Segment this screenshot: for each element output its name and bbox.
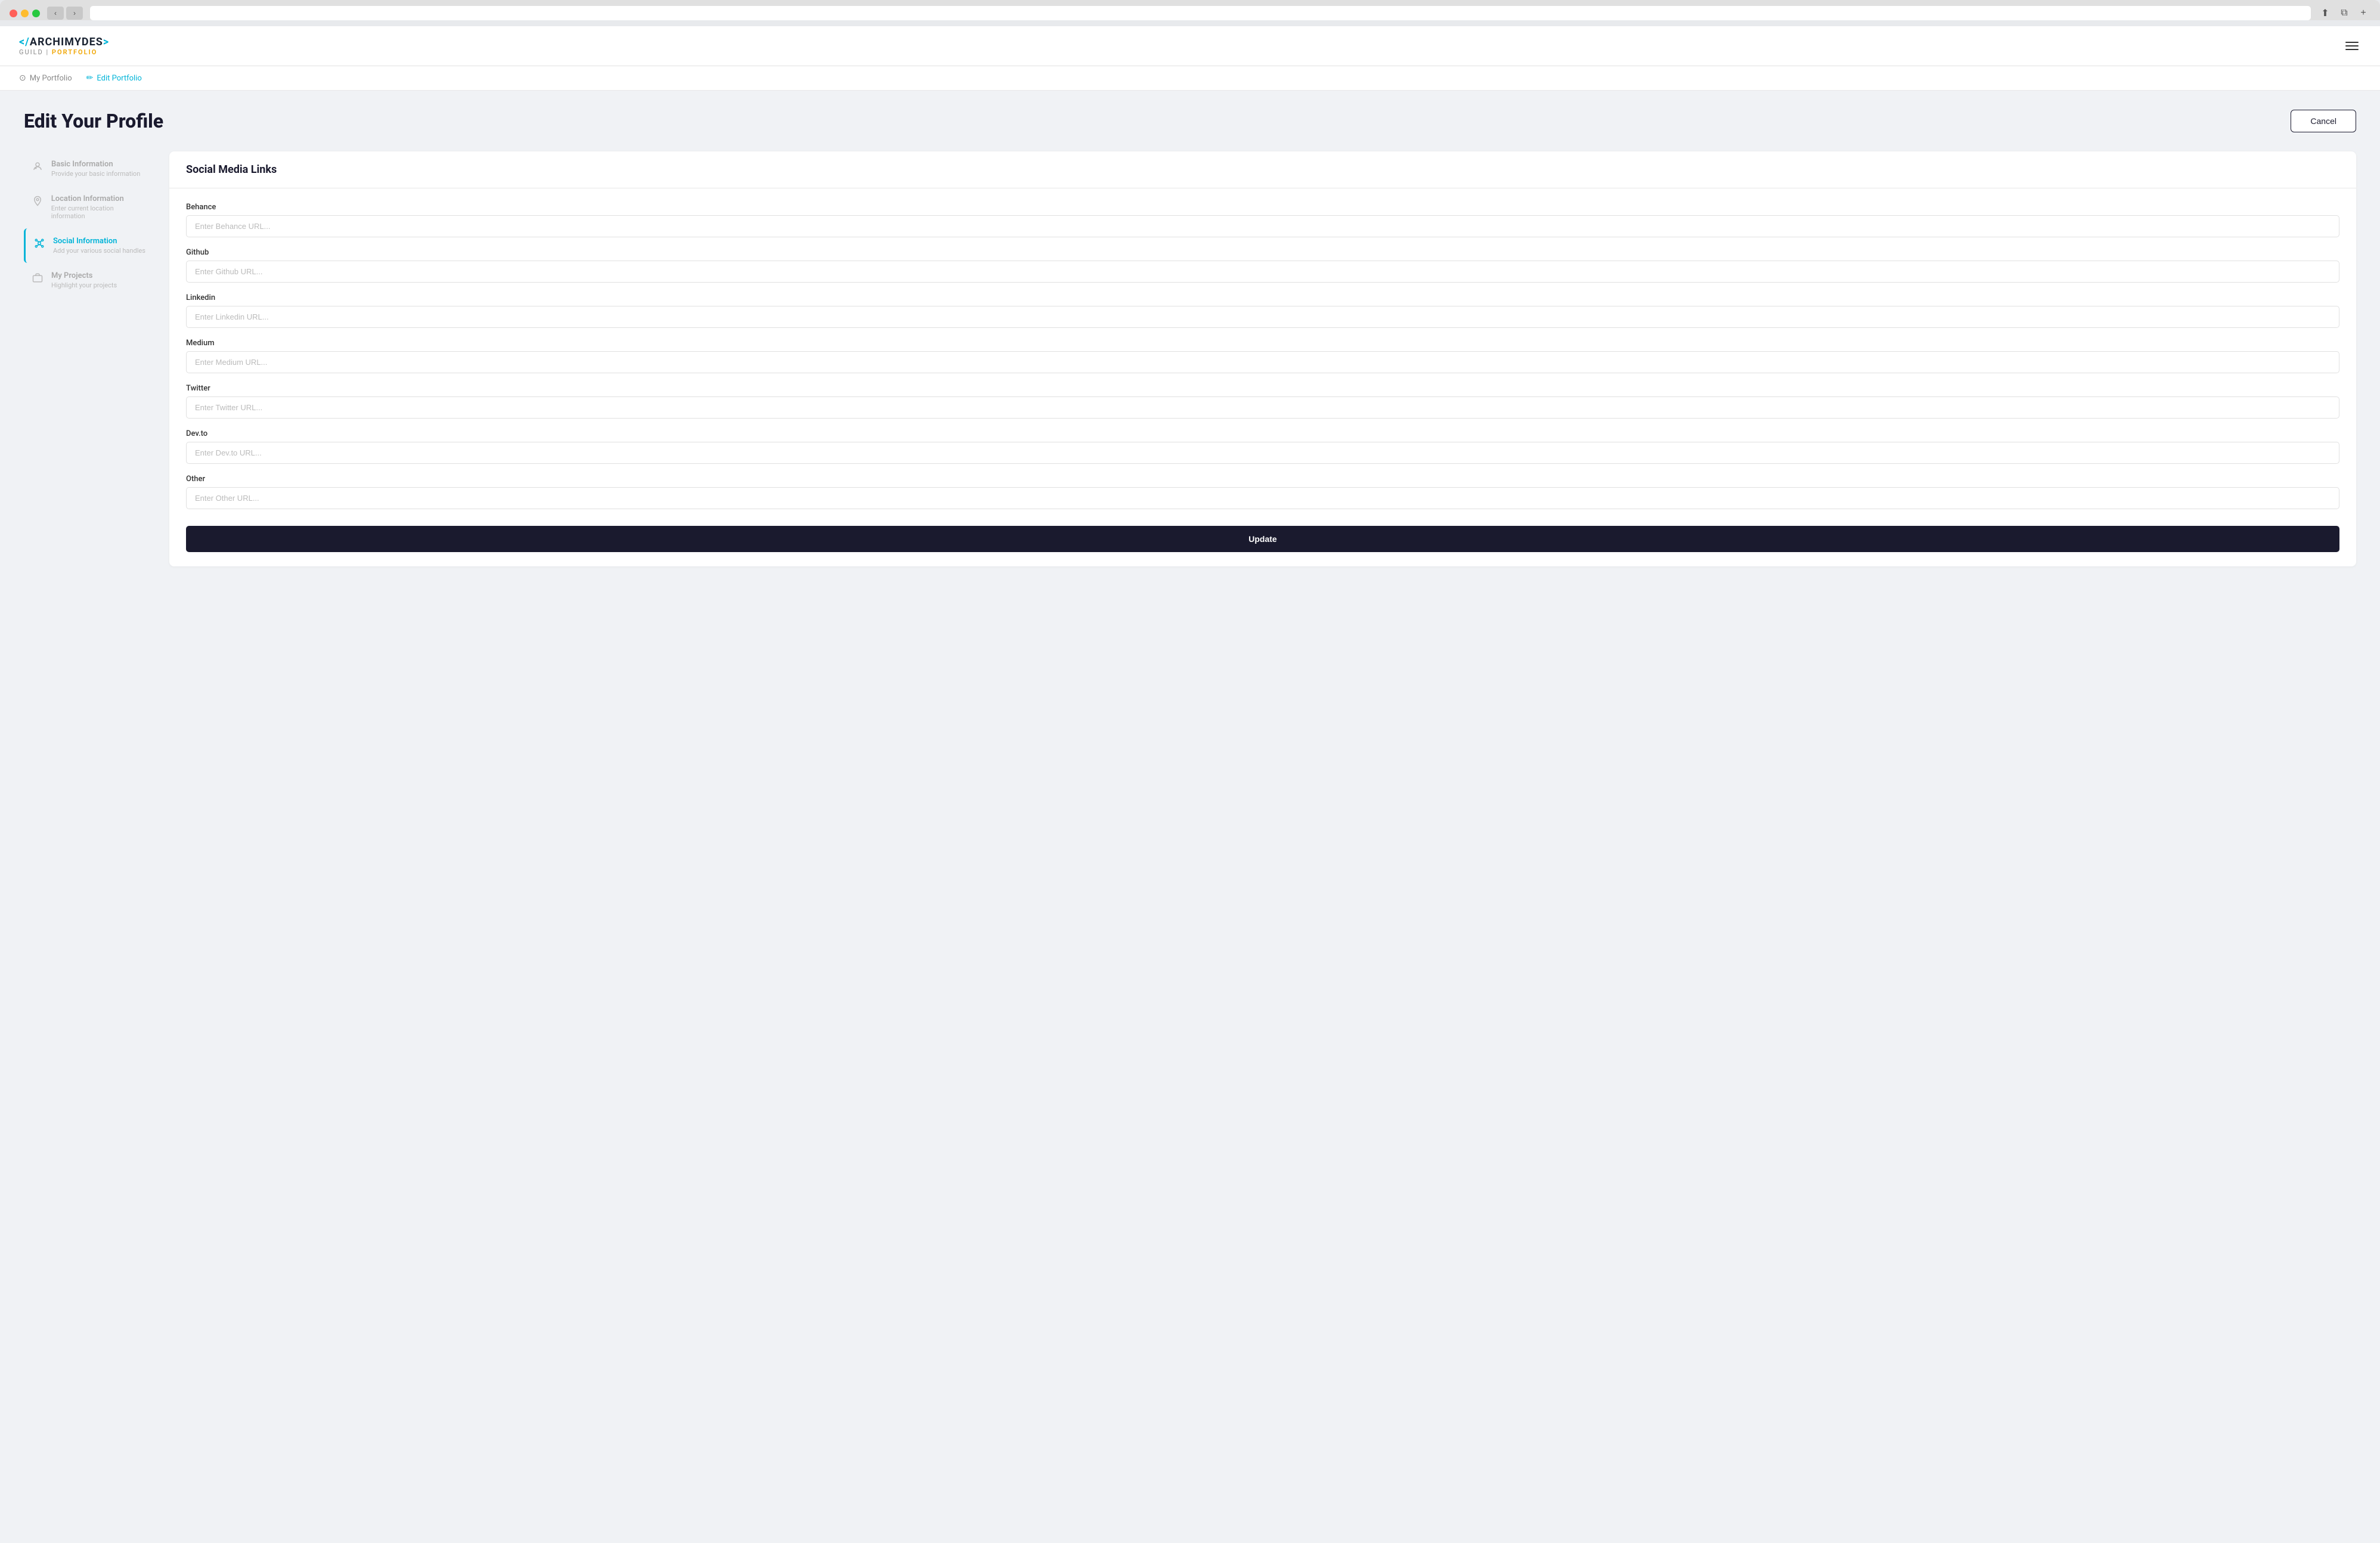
sidebar-projects-title: My Projects	[51, 271, 117, 280]
form-group-devto: Dev.to	[186, 429, 2339, 464]
sidebar-social-content: Social Information Add your various soci…	[53, 237, 145, 255]
hamburger-button[interactable]	[2343, 39, 2361, 52]
traffic-light-red[interactable]	[10, 10, 17, 17]
sidebar-social-subtitle: Add your various social handles	[53, 247, 145, 255]
sub-nav: ⊙ My Portfolio ✏ Edit Portfolio	[0, 66, 2380, 91]
sidebar-item-my-projects[interactable]: My Projects Highlight your projects	[24, 263, 155, 298]
back-button[interactable]: ‹	[47, 7, 64, 20]
social-icon	[33, 238, 46, 252]
input-twitter[interactable]	[186, 396, 2339, 419]
input-other[interactable]	[186, 487, 2339, 509]
form-group-github: Github	[186, 248, 2339, 283]
sidebar-basic-subtitle: Provide your basic information	[51, 170, 140, 178]
logo-name: ARCHIMYDES	[30, 36, 103, 48]
form-panel-title: Social Media Links	[186, 163, 2339, 176]
nav-buttons: ‹ ›	[47, 7, 83, 20]
sidebar: Basic Information Provide your basic inf…	[24, 151, 155, 298]
top-nav: </ARCHIMYDES> GUILD | PORTFOLIO	[0, 26, 2380, 66]
label-medium: Medium	[186, 339, 2339, 348]
page-title: Edit Your Profile	[24, 110, 163, 132]
form-panel: Social Media Links Behance Github	[169, 151, 2356, 566]
my-portfolio-label: My Portfolio	[30, 74, 72, 83]
logo-portfolio: PORTFOLIO	[52, 48, 97, 56]
forward-button[interactable]: ›	[66, 7, 83, 20]
sidebar-location-title: Location Information	[51, 194, 148, 203]
sidebar-social-title: Social Information	[53, 237, 145, 246]
form-group-behance: Behance	[186, 203, 2339, 237]
page-header: Edit Your Profile Cancel	[24, 110, 2356, 132]
form-group-medium: Medium	[186, 339, 2339, 373]
input-github[interactable]	[186, 261, 2339, 283]
traffic-light-yellow[interactable]	[21, 10, 29, 17]
hamburger-line-2	[2345, 45, 2359, 47]
logo-text: </ARCHIMYDES>	[19, 36, 109, 48]
traffic-lights	[10, 10, 40, 17]
person-icon	[31, 161, 44, 175]
duplicate-button[interactable]: ⧉	[2337, 6, 2351, 20]
form-group-twitter: Twitter	[186, 384, 2339, 419]
sidebar-item-location-information[interactable]: Location Information Enter current locat…	[24, 186, 155, 228]
sidebar-item-social-information[interactable]: Social Information Add your various soci…	[24, 228, 155, 263]
logo-bracket-open: </	[19, 36, 30, 48]
sidebar-item-basic-information[interactable]: Basic Information Provide your basic inf…	[24, 151, 155, 186]
update-button[interactable]: Update	[186, 526, 2339, 552]
pencil-icon: ✏	[86, 73, 94, 83]
sidebar-basic-content: Basic Information Provide your basic inf…	[51, 160, 140, 178]
share-button[interactable]: ⬆	[2318, 6, 2332, 20]
form-panel-body: Behance Github Linkedin	[169, 188, 2356, 566]
form-group-linkedin: Linkedin	[186, 293, 2339, 328]
label-github: Github	[186, 248, 2339, 257]
sub-nav-my-portfolio[interactable]: ⊙ My Portfolio	[19, 73, 72, 83]
logo-guild: GUILD	[19, 48, 44, 56]
form-panel-header: Social Media Links	[169, 151, 2356, 188]
sidebar-location-content: Location Information Enter current locat…	[51, 194, 148, 220]
logo-subtitle: GUILD | PORTFOLIO	[19, 48, 109, 56]
browser-chrome: ‹ › ⬆ ⧉ +	[0, 0, 2380, 20]
sidebar-location-subtitle: Enter current location information	[51, 205, 148, 220]
sidebar-projects-subtitle: Highlight your projects	[51, 281, 117, 289]
label-devto: Dev.to	[186, 429, 2339, 438]
person-circle-icon: ⊙	[19, 73, 26, 83]
sidebar-basic-title: Basic Information	[51, 160, 140, 169]
logo-area: </ARCHIMYDES> GUILD | PORTFOLIO	[19, 36, 109, 56]
traffic-light-green[interactable]	[32, 10, 40, 17]
input-behance[interactable]	[186, 215, 2339, 237]
browser-toolbar: ‹ › ⬆ ⧉ +	[10, 6, 2370, 20]
briefcase-icon	[31, 272, 44, 286]
form-group-other: Other	[186, 475, 2339, 509]
input-devto[interactable]	[186, 442, 2339, 464]
label-behance: Behance	[186, 203, 2339, 212]
main-content: Edit Your Profile Cancel Bas	[0, 91, 2380, 1543]
sub-nav-edit-portfolio[interactable]: ✏ Edit Portfolio	[86, 73, 142, 83]
page-wrapper: </ARCHIMYDES> GUILD | PORTFOLIO ⊙ My Por…	[0, 26, 2380, 1543]
input-linkedin[interactable]	[186, 306, 2339, 328]
address-bar[interactable]	[90, 6, 2311, 20]
browser-actions: ⬆ ⧉ +	[2318, 6, 2370, 20]
new-tab-button[interactable]: +	[2356, 6, 2370, 20]
cancel-button[interactable]: Cancel	[2291, 110, 2356, 132]
logo-sep: |	[44, 48, 52, 56]
content-layout: Basic Information Provide your basic inf…	[24, 151, 2356, 566]
logo-bracket-close: >	[103, 36, 109, 48]
location-icon	[31, 196, 44, 209]
input-medium[interactable]	[186, 351, 2339, 373]
sidebar-projects-content: My Projects Highlight your projects	[51, 271, 117, 289]
label-other: Other	[186, 475, 2339, 484]
label-twitter: Twitter	[186, 384, 2339, 393]
edit-portfolio-label: Edit Portfolio	[97, 74, 141, 83]
hamburger-line-1	[2345, 42, 2359, 43]
hamburger-line-3	[2345, 49, 2359, 50]
label-linkedin: Linkedin	[186, 293, 2339, 302]
